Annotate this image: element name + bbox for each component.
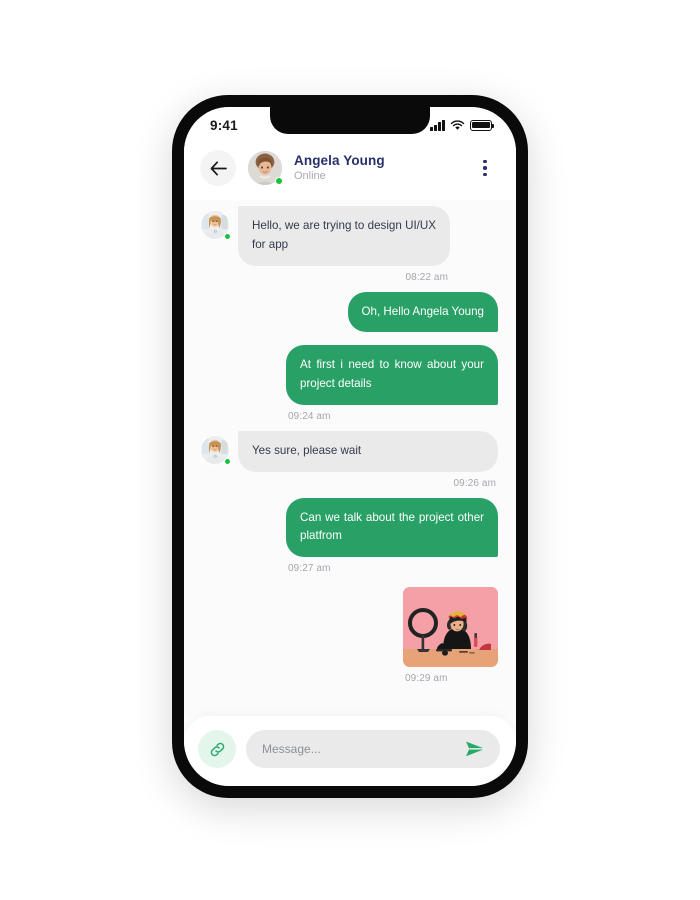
message-input[interactable] (262, 742, 456, 756)
send-button[interactable] (464, 739, 486, 759)
send-paper-plane-icon (465, 741, 485, 757)
contact-status: Online (294, 170, 326, 183)
back-button[interactable] (200, 150, 236, 186)
message-composer (184, 716, 516, 786)
message-timestamp: 09:27 am (288, 563, 331, 575)
cellular-signal-icon (430, 119, 445, 131)
message-bubble[interactable]: Hello, we are trying to design UI/UX for… (238, 206, 450, 266)
message-avatar (200, 434, 231, 465)
status-bar-icons (430, 119, 495, 131)
link-attachment-icon (210, 742, 224, 756)
online-status-dot (275, 177, 283, 185)
device-notch (270, 107, 430, 134)
attachment-button[interactable] (198, 730, 236, 768)
message-row-incoming: Yes sure, please wait 09:26 am (200, 430, 498, 489)
header-avatar[interactable] (247, 150, 283, 186)
message-timestamp: 08:22 am (405, 271, 448, 283)
message-bubble[interactable]: Oh, Hello Angela Young (347, 291, 498, 333)
message-timestamp: 09:26 am (453, 477, 496, 489)
image-attachment[interactable] (403, 587, 498, 668)
message-row-outgoing: At first i need to know about your proje… (200, 345, 498, 422)
message-timestamp: 09:24 am (288, 410, 331, 422)
message-row-outgoing: Oh, Hello Angela Young (200, 291, 498, 333)
message-timestamp: 09:29 am (405, 673, 448, 685)
message-list[interactable]: Hello, we are trying to design UI/UX for… (184, 200, 516, 716)
wifi-icon (450, 119, 465, 130)
message-bubble[interactable]: Can we talk about the project other plat… (286, 497, 498, 558)
chat-header: Angela Young Online (184, 143, 516, 200)
message-row-outgoing-image: 09:29 am (200, 587, 498, 684)
battery-full-icon (470, 119, 495, 131)
status-bar-time: 9:41 (210, 117, 238, 133)
message-bubble[interactable]: Yes sure, please wait (238, 430, 498, 472)
message-bubble[interactable]: At first i need to know about your proje… (286, 345, 498, 405)
back-arrow-icon (210, 160, 227, 176)
message-row-incoming: Hello, we are trying to design UI/UX for… (200, 206, 498, 283)
message-input-container[interactable] (246, 730, 500, 768)
online-status-dot (224, 457, 231, 465)
contact-info: Angela Young Online (294, 153, 463, 183)
phone-screen: 9:41 Angela Young Online Hello, we are t… (184, 107, 516, 786)
more-options-button[interactable] (474, 153, 496, 183)
online-status-dot (224, 233, 231, 240)
contact-name: Angela Young (294, 152, 385, 168)
message-avatar (200, 210, 231, 240)
more-options-icon (483, 159, 487, 163)
screenshot-canvas: 9:41 Angela Young Online Hello, we are t… (0, 0, 700, 900)
message-row-outgoing: Can we talk about the project other plat… (200, 497, 498, 575)
phone-device-frame: 9:41 Angela Young Online Hello, we are t… (172, 95, 528, 798)
